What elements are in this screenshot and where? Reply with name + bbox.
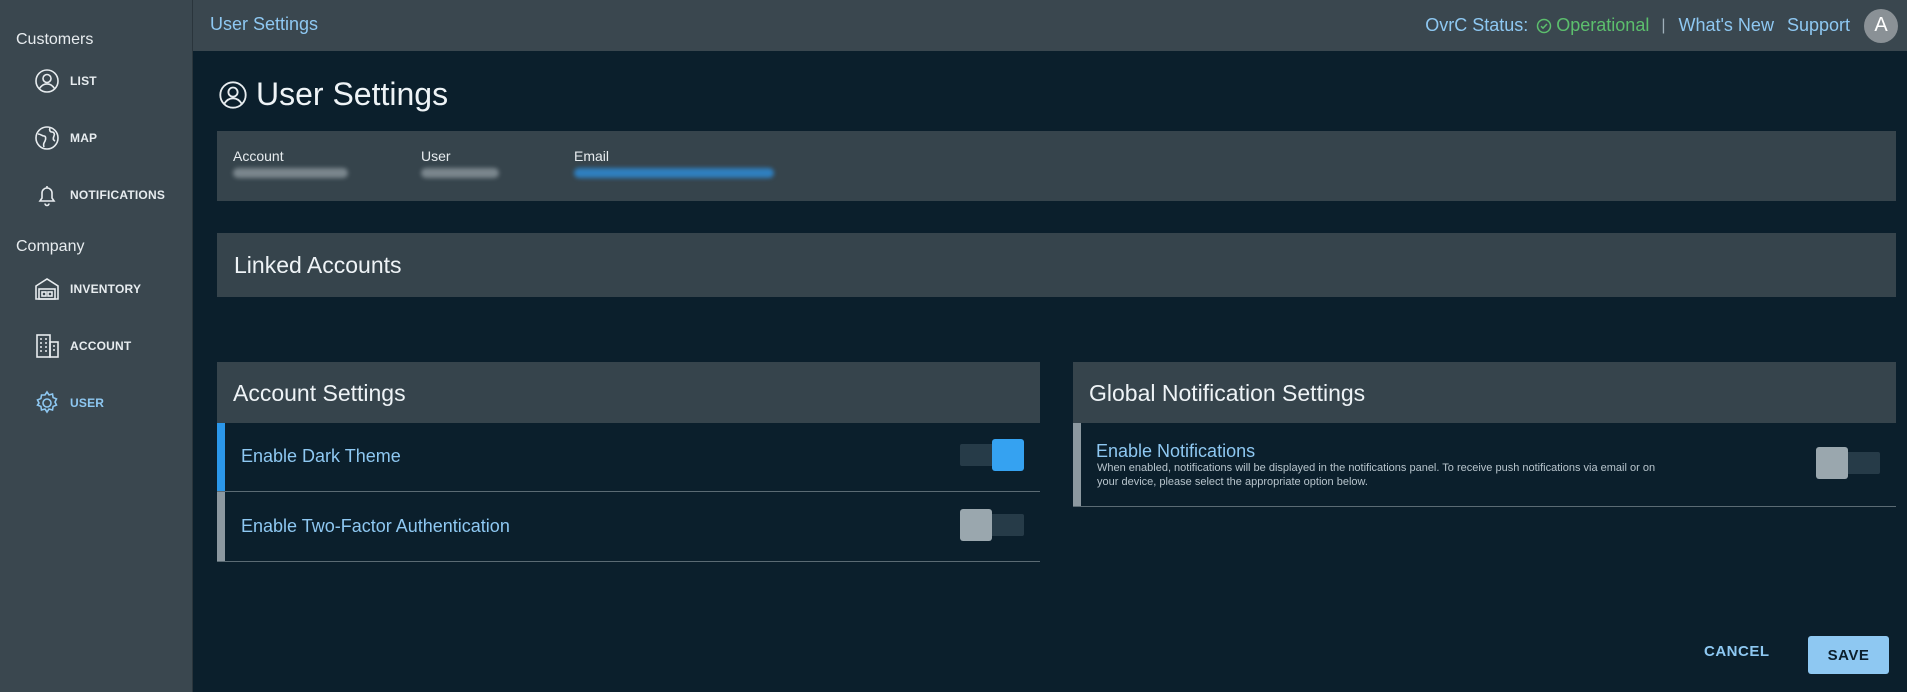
setting-description: When enabled, notifications will be disp… — [1097, 462, 1656, 488]
top-bar: User Settings OvrC Status: Operational |… — [193, 0, 1907, 51]
avatar[interactable]: A — [1864, 8, 1898, 43]
account-value-redacted — [233, 168, 348, 178]
setting-label: Enable Two-Factor Authentication — [241, 516, 510, 536]
account-info-panel: Account User Email — [217, 131, 1896, 201]
check-circle-icon — [1537, 18, 1552, 33]
account-settings-title: Account Settings — [233, 380, 406, 406]
warehouse-icon — [34, 276, 60, 302]
sidebar-item-user[interactable]: USER — [34, 383, 104, 423]
sidebar-item-inventory[interactable]: INVENTORY — [34, 269, 141, 309]
sidebar-item-map[interactable]: MAP — [34, 118, 97, 158]
sidebar-item-label: LIST — [70, 74, 97, 88]
header-separator: | — [1661, 16, 1666, 34]
status-indicator[interactable]: Operational — [1536, 15, 1649, 36]
global-notification-header: Global Notification Settings — [1073, 362, 1896, 423]
sidebar-item-label: ACCOUNT — [70, 339, 132, 353]
header-actions: OvrC Status: Operational | What's New Su… — [1425, 0, 1907, 51]
user-circle-icon — [219, 80, 247, 109]
section-title-company: Company — [16, 238, 85, 255]
bell-icon — [34, 182, 60, 208]
setting-label: Enable Dark Theme — [241, 446, 401, 466]
whats-new-link[interactable]: What's New — [1678, 15, 1773, 36]
setting-row-dark-theme[interactable]: Enable Dark Theme — [217, 423, 1040, 492]
setting-row-two-factor[interactable]: Enable Two-Factor Authentication — [217, 492, 1040, 562]
email-value-redacted[interactable] — [574, 168, 774, 178]
section-title-customers: Customers — [16, 31, 94, 48]
email-info: Email — [574, 148, 774, 178]
gear-icon — [34, 390, 60, 416]
header-title[interactable]: User Settings — [210, 14, 318, 35]
sidebar-item-label: MAP — [70, 131, 98, 145]
global-notification-title: Global Notification Settings — [1089, 380, 1366, 406]
page-title: User Settings — [218, 76, 448, 113]
linked-accounts-title: Linked Accounts — [234, 252, 402, 278]
setting-label: Enable Notifications — [1096, 441, 1256, 461]
status-label: OvrC Status: — [1425, 15, 1529, 35]
sidebar-item-account[interactable]: ACCOUNT — [34, 326, 131, 366]
account-label: Account — [233, 148, 284, 164]
cancel-button[interactable]: CANCEL — [1704, 643, 1770, 660]
row-indicator — [217, 492, 225, 561]
account-info: Account — [233, 148, 348, 178]
email-label: Email — [574, 148, 610, 164]
globe-icon — [34, 125, 60, 151]
linked-accounts-panel: Linked Accounts — [217, 233, 1896, 297]
row-indicator — [217, 423, 225, 491]
page-title-text: User Settings — [256, 76, 449, 112]
dark-theme-toggle[interactable] — [960, 439, 1024, 471]
user-info: User — [421, 148, 499, 178]
sidebar-item-label: USER — [70, 396, 105, 410]
sidebar-item-notifications[interactable]: NOTIFICATIONS — [34, 175, 165, 215]
user-value-redacted — [421, 168, 499, 178]
status-value: Operational — [1556, 15, 1650, 35]
notifications-toggle[interactable] — [1816, 447, 1880, 479]
save-button[interactable]: SAVE — [1808, 636, 1889, 674]
account-settings-header: Account Settings — [217, 362, 1040, 423]
two-factor-toggle[interactable] — [960, 509, 1024, 541]
building-icon — [34, 333, 60, 359]
sidebar: Customers LIST MAP NOTIFICATIONS Company… — [0, 0, 193, 692]
setting-row-notifications[interactable]: Enable Notifications When enabled, notif… — [1073, 423, 1896, 507]
user-label: User — [421, 148, 451, 164]
row-indicator — [1073, 423, 1081, 506]
support-link[interactable]: Support — [1787, 15, 1850, 36]
sidebar-item-label: NOTIFICATIONS — [70, 188, 166, 202]
sidebar-item-label: INVENTORY — [70, 282, 142, 296]
user-circle-icon — [34, 68, 60, 94]
sidebar-item-list[interactable]: LIST — [34, 61, 97, 101]
